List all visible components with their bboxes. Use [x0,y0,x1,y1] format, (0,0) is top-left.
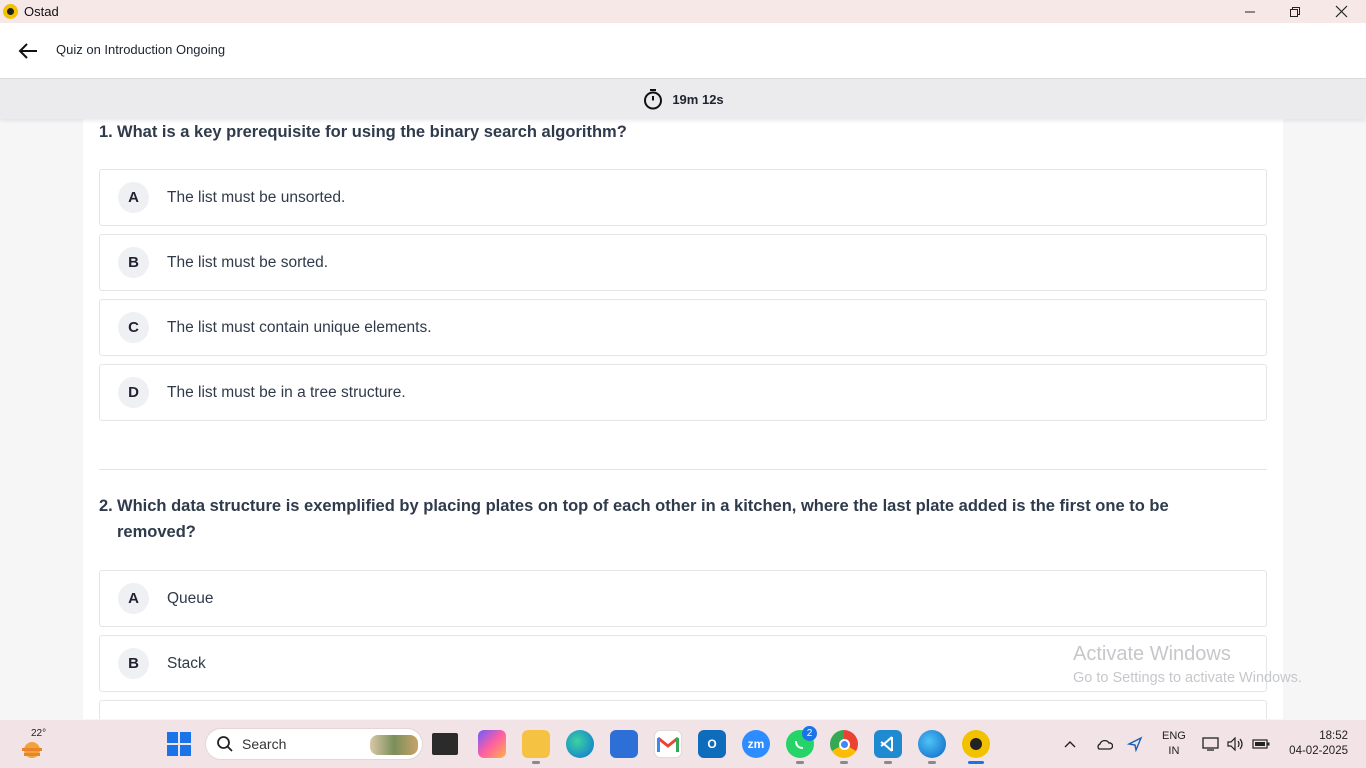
restore-icon[interactable] [1272,0,1318,23]
taskbar: 22° Search O zm 2 ENG IN 18:52 04-02-202… [0,720,1366,768]
taskbar-search[interactable]: Search [205,728,423,760]
zoom-icon[interactable]: zm [742,730,770,758]
window-title: Ostad [24,4,59,19]
option-letter: A [118,583,149,614]
question-divider [99,469,1267,470]
activate-windows-watermark: Activate Windows Go to Settings to activ… [1073,643,1302,686]
outlook-icon[interactable]: O [698,730,726,758]
onedrive-cloud-icon[interactable] [1095,720,1113,768]
close-icon[interactable] [1318,0,1364,23]
language-code: ENG [1162,730,1186,742]
question-number: 1. [99,123,113,141]
timer-value: 19m 12s [672,91,724,107]
whatsapp-running-indicator [796,761,804,764]
temperature: 22° [31,728,47,739]
search-highlight-image [370,735,418,755]
option-letter: A [118,182,149,213]
gmail-icon[interactable] [654,730,682,758]
volume-icon[interactable] [1227,720,1245,768]
option-1a[interactable]: A The list must be unsorted. [99,169,1267,226]
option-2a[interactable]: A Queue [99,570,1267,627]
timer-bar: 19m 12s [0,79,1366,119]
edge-icon[interactable] [566,730,594,758]
page-title: Quiz on Introduction Ongoing [56,42,226,57]
file-explorer-icon[interactable] [432,733,458,755]
option-text: Stack [167,654,206,672]
search-icon [217,736,233,752]
battery-icon[interactable] [1252,720,1270,768]
location-send-icon[interactable] [1127,720,1143,768]
option-text: Queue [167,589,214,607]
windows-start-icon[interactable] [167,732,191,756]
option-letter: B [118,247,149,278]
option-text: The list must be in a tree structure. [167,383,406,401]
vscode-icon[interactable] [874,730,902,758]
region-code: IN [1168,745,1180,757]
network-icon[interactable] [1202,720,1220,768]
option-text: The list must be sorted. [167,253,329,271]
quiz-content: 1. What is a key prerequisite for using … [83,119,1283,719]
option-text: The list must contain unique elements. [167,318,432,336]
search-label: Search [242,736,287,752]
edge-dev-icon[interactable] [918,730,946,758]
ostad-icon[interactable] [962,730,990,758]
question-text: What is a key prerequisite for using the… [117,123,627,141]
question-text: Which data structure is exemplified by p… [117,497,1169,541]
question-number: 2. [99,497,113,515]
question-1: 1. What is a key prerequisite for using … [99,119,627,145]
option-text: The list must be unsorted. [167,188,346,206]
option-1d[interactable]: D The list must be in a tree structure. [99,364,1267,421]
option-letter: C [118,312,149,343]
option-letter: D [118,377,149,408]
vscode-running-indicator [884,761,892,764]
watermark-title: Activate Windows [1073,643,1231,665]
folder-icon[interactable] [522,730,550,758]
system-clock[interactable]: 18:52 04-02-2025 [1289,729,1348,759]
show-hidden-icons-chevron-icon[interactable] [1063,720,1077,768]
title-bar: Ostad [0,0,1366,23]
copilot-icon[interactable] [478,730,506,758]
minimize-icon[interactable] [1227,0,1273,23]
chrome-icon[interactable] [830,730,858,758]
ostad-active-indicator [968,761,984,764]
clock-time: 18:52 [1319,730,1348,742]
watermark-subtitle: Go to Settings to activate Windows. [1073,670,1302,686]
folder-running-indicator [532,761,540,764]
option-letter: B [118,648,149,679]
option-1b[interactable]: B The list must be sorted. [99,234,1267,291]
option-2c-partial[interactable] [99,700,1267,719]
clock-date: 04-02-2025 [1289,745,1348,757]
edge-dev-running-indicator [928,761,936,764]
store-icon[interactable] [610,730,638,758]
ostad-logo-icon [3,4,18,19]
chrome-running-indicator [840,761,848,764]
input-language[interactable]: ENG IN [1162,729,1186,759]
whatsapp-badge: 2 [802,726,817,741]
stopwatch-icon [644,89,663,110]
question-2: 2. Which data structure is exemplified b… [99,493,1249,545]
app-header: Quiz on Introduction Ongoing [0,23,1366,79]
back-arrow-icon[interactable] [14,39,42,63]
option-1c[interactable]: C The list must contain unique elements. [99,299,1267,356]
